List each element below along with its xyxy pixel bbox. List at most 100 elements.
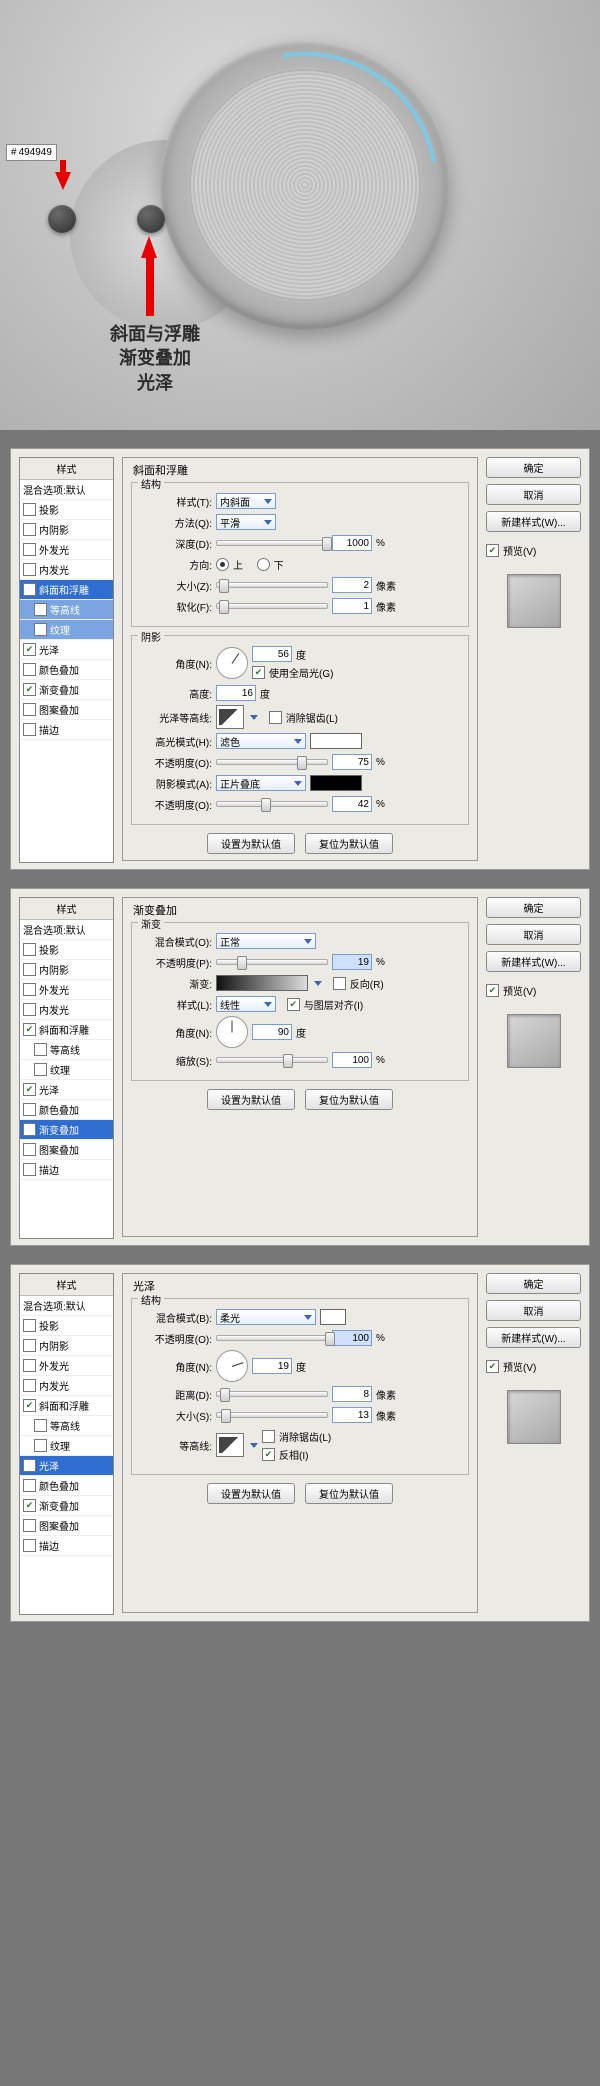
bevel-style-dropdown[interactable]: 内斜面 — [216, 493, 276, 509]
satin-angle-input[interactable] — [252, 1358, 292, 1374]
style-stroke[interactable]: 描边 — [20, 720, 113, 740]
set-default-button[interactable]: 设置为默认值 — [207, 833, 295, 854]
satin-distance-slider[interactable] — [216, 1391, 328, 1397]
style-pattern-overlay[interactable]: 图案叠加 — [20, 1516, 113, 1536]
cancel-button[interactable]: 取消 — [486, 1300, 581, 1321]
grad-style-dropdown[interactable]: 线性 — [216, 996, 276, 1012]
bevel-method-dropdown[interactable]: 平滑 — [216, 514, 276, 530]
style-pattern-overlay[interactable]: 图案叠加 — [20, 700, 113, 720]
satin-antialias-checkbox[interactable] — [262, 1430, 275, 1443]
styles-list[interactable]: 样式 混合选项:默认 投影 内阴影 外发光 内发光 斜面和浮雕 等高线 纹理 光… — [19, 1273, 114, 1615]
style-inner-shadow[interactable]: 内阴影 — [20, 520, 113, 540]
style-outer-glow[interactable]: 外发光 — [20, 980, 113, 1000]
shadow-color-swatch[interactable] — [310, 775, 362, 791]
ok-button[interactable]: 确定 — [486, 457, 581, 478]
reset-default-button[interactable]: 复位为默认值 — [305, 1089, 393, 1110]
style-inner-glow[interactable]: 内发光 — [20, 1376, 113, 1396]
style-color-overlay[interactable]: 颜色叠加 — [20, 1476, 113, 1496]
style-gradient-overlay[interactable]: 渐变叠加 — [20, 1496, 113, 1516]
style-pattern-overlay[interactable]: 图案叠加 — [20, 1140, 113, 1160]
satin-size-slider[interactable] — [216, 1412, 328, 1418]
gloss-contour-picker[interactable] — [216, 705, 244, 729]
grad-blend-dropdown[interactable]: 正常 — [216, 933, 316, 949]
style-drop-shadow[interactable]: 投影 — [20, 1316, 113, 1336]
blend-options-row[interactable]: 混合选项:默认 — [20, 920, 113, 940]
style-stroke[interactable]: 描边 — [20, 1536, 113, 1556]
reset-default-button[interactable]: 复位为默认值 — [305, 833, 393, 854]
size-slider[interactable] — [216, 582, 328, 588]
ok-button[interactable]: 确定 — [486, 897, 581, 918]
style-bevel[interactable]: 斜面和浮雕 — [20, 580, 113, 600]
shadow-opacity-input[interactable] — [332, 796, 372, 812]
style-gradient-overlay[interactable]: 渐变叠加 — [20, 680, 113, 700]
style-inner-shadow[interactable]: 内阴影 — [20, 960, 113, 980]
style-satin[interactable]: 光泽 — [20, 640, 113, 660]
altitude-input[interactable] — [216, 685, 256, 701]
highlight-opacity-input[interactable] — [332, 754, 372, 770]
style-stroke[interactable]: 描边 — [20, 1160, 113, 1180]
new-style-button[interactable]: 新建样式(W)... — [486, 951, 581, 972]
angle-input[interactable] — [252, 646, 292, 662]
style-color-overlay[interactable]: 颜色叠加 — [20, 660, 113, 680]
style-gradient-overlay[interactable]: 渐变叠加 — [20, 1120, 113, 1140]
style-bevel[interactable]: 斜面和浮雕 — [20, 1020, 113, 1040]
dir-down-radio[interactable] — [257, 558, 270, 571]
size-input[interactable] — [332, 577, 372, 593]
global-light-checkbox[interactable] — [252, 666, 265, 679]
satin-opacity-slider[interactable] — [216, 1335, 328, 1341]
satin-color-swatch[interactable] — [320, 1309, 346, 1325]
style-contour[interactable]: 等高线 — [20, 1416, 113, 1436]
grad-scale-input[interactable] — [332, 1052, 372, 1068]
set-default-button[interactable]: 设置为默认值 — [207, 1089, 295, 1110]
reverse-checkbox[interactable] — [333, 977, 346, 990]
satin-blend-dropdown[interactable]: 柔光 — [216, 1309, 316, 1325]
soften-input[interactable] — [332, 598, 372, 614]
style-outer-glow[interactable]: 外发光 — [20, 1356, 113, 1376]
ok-button[interactable]: 确定 — [486, 1273, 581, 1294]
styles-list[interactable]: 样式 混合选项:默认 投影 内阴影 外发光 内发光 斜面和浮雕 等高线 纹理 光… — [19, 897, 114, 1239]
antialias-checkbox[interactable] — [269, 711, 282, 724]
preview-checkbox[interactable] — [486, 1360, 499, 1373]
blend-options-row[interactable]: 混合选项:默认 — [20, 480, 113, 500]
highlight-mode-dropdown[interactable]: 滤色 — [216, 733, 306, 749]
style-inner-glow[interactable]: 内发光 — [20, 560, 113, 580]
style-contour[interactable]: 等高线 — [20, 600, 113, 620]
grad-angle-dial[interactable] — [216, 1016, 248, 1048]
grad-opacity-slider[interactable] — [216, 959, 328, 965]
style-satin[interactable]: 光泽 — [20, 1080, 113, 1100]
highlight-opacity-slider[interactable] — [216, 759, 328, 765]
satin-size-input[interactable] — [332, 1407, 372, 1423]
preview-checkbox[interactable] — [486, 984, 499, 997]
style-drop-shadow[interactable]: 投影 — [20, 500, 113, 520]
cancel-button[interactable]: 取消 — [486, 484, 581, 505]
new-style-button[interactable]: 新建样式(W)... — [486, 1327, 581, 1348]
new-style-button[interactable]: 新建样式(W)... — [486, 511, 581, 532]
style-color-overlay[interactable]: 颜色叠加 — [20, 1100, 113, 1120]
shadow-opacity-slider[interactable] — [216, 801, 328, 807]
set-default-button[interactable]: 设置为默认值 — [207, 1483, 295, 1504]
cancel-button[interactable]: 取消 — [486, 924, 581, 945]
align-layer-checkbox[interactable] — [287, 998, 300, 1011]
satin-opacity-input[interactable] — [332, 1330, 372, 1346]
shadow-mode-dropdown[interactable]: 正片叠底 — [216, 775, 306, 791]
angle-dial[interactable] — [216, 647, 248, 679]
style-texture[interactable]: 纹理 — [20, 1436, 113, 1456]
style-texture[interactable]: 纹理 — [20, 1060, 113, 1080]
reset-default-button[interactable]: 复位为默认值 — [305, 1483, 393, 1504]
style-bevel[interactable]: 斜面和浮雕 — [20, 1396, 113, 1416]
style-drop-shadow[interactable]: 投影 — [20, 940, 113, 960]
style-texture[interactable]: 纹理 — [20, 620, 113, 640]
style-contour[interactable]: 等高线 — [20, 1040, 113, 1060]
satin-distance-input[interactable] — [332, 1386, 372, 1402]
grad-scale-slider[interactable] — [216, 1057, 328, 1063]
style-inner-glow[interactable]: 内发光 — [20, 1000, 113, 1020]
styles-list[interactable]: 样式 混合选项:默认 投影 内阴影 外发光 内发光 斜面和浮雕 等高线 纹理 光… — [19, 457, 114, 863]
style-outer-glow[interactable]: 外发光 — [20, 540, 113, 560]
grad-opacity-input[interactable] — [332, 954, 372, 970]
satin-angle-dial[interactable] — [216, 1350, 248, 1382]
satin-invert-checkbox[interactable] — [262, 1448, 275, 1461]
satin-contour-picker[interactable] — [216, 1433, 244, 1457]
blend-options-row[interactable]: 混合选项:默认 — [20, 1296, 113, 1316]
depth-input[interactable] — [332, 535, 372, 551]
preview-checkbox[interactable] — [486, 544, 499, 557]
